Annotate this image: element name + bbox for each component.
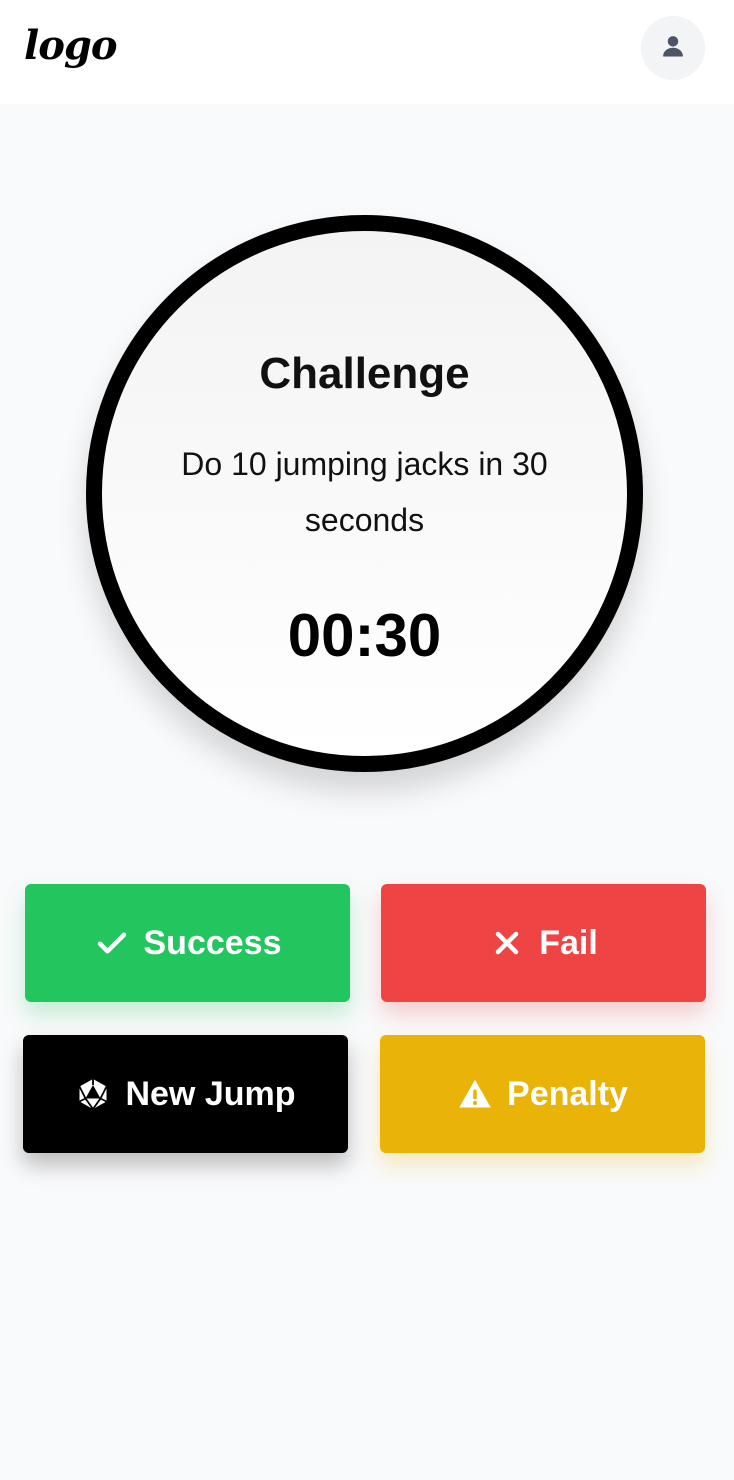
dice-icon: [75, 1076, 111, 1112]
app-root: logo Challenge Do 10 jumping jacks in 30…: [0, 0, 734, 1480]
check-icon: [94, 925, 130, 961]
challenge-circle: Challenge Do 10 jumping jacks in 30 seco…: [86, 215, 643, 772]
challenge-description: Do 10 jumping jacks in 30 seconds: [181, 446, 548, 538]
fail-button-label: Fail: [539, 923, 598, 962]
user-avatar-button[interactable]: [641, 16, 705, 80]
close-icon: [489, 925, 525, 961]
penalty-button[interactable]: Penalty: [380, 1035, 705, 1153]
challenge-title: Challenge: [259, 349, 470, 398]
fail-button[interactable]: Fail: [381, 884, 706, 1002]
new-jump-button[interactable]: New Jump: [23, 1035, 348, 1153]
new-jump-button-label: New Jump: [125, 1074, 296, 1113]
countdown-timer: 00:30: [287, 602, 442, 669]
penalty-button-label: Penalty: [507, 1074, 628, 1113]
success-button-label: Success: [143, 923, 282, 962]
warning-icon: [457, 1076, 493, 1112]
user-icon: [659, 32, 687, 65]
success-button[interactable]: Success: [25, 884, 350, 1002]
logo[interactable]: logo: [24, 18, 118, 74]
top-bar: logo: [0, 0, 734, 104]
